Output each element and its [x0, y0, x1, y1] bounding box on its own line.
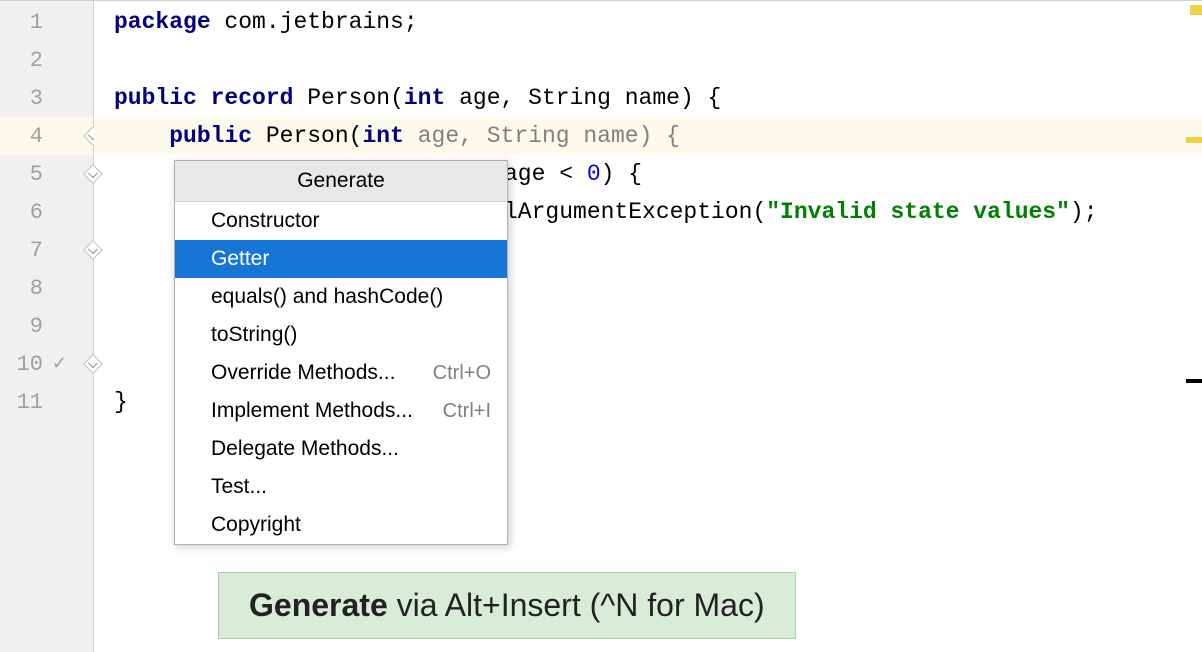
gutter-line-11[interactable]: 11: [0, 383, 93, 421]
gutter-line-9[interactable]: 9: [0, 307, 93, 345]
popup-item-label: Delegate Methods...: [211, 437, 399, 461]
popup-item-label: equals() and hashCode(): [211, 285, 443, 309]
line-number: 3: [30, 86, 43, 111]
gutter-line-2[interactable]: 2: [0, 41, 93, 79]
punct: (: [349, 123, 363, 149]
hint-banner: Generate via Alt+Insert (^N for Mac): [218, 572, 796, 639]
line-number: 5: [30, 162, 43, 187]
hint-rest: via Alt+Insert (^N for Mac): [388, 587, 765, 623]
error-stripe: [1188, 1, 1202, 652]
identifier: age: [445, 85, 500, 111]
keyword: public: [169, 123, 266, 149]
param: String name: [487, 123, 639, 149]
keyword: package: [114, 9, 211, 35]
gutter-line-1[interactable]: 1: [0, 3, 93, 41]
popup-item-tostring[interactable]: toString(): [175, 316, 507, 354]
popup-item-implement-methods[interactable]: Implement Methods... Ctrl+I: [175, 392, 507, 430]
line-number: 1: [30, 10, 43, 35]
punct: );: [1070, 199, 1098, 225]
popup-item-equals-and-hashcode[interactable]: equals() and hashCode(): [175, 278, 507, 316]
punct: ) {: [680, 85, 721, 111]
checkmark-icon: ✓: [52, 353, 67, 375]
popup-item-label: Constructor: [211, 209, 320, 233]
punct: ;: [404, 9, 418, 35]
gutter-line-6[interactable]: 6: [0, 193, 93, 231]
popup-item-delegate-methods[interactable]: Delegate Methods...: [175, 430, 507, 468]
indent: [114, 123, 169, 149]
line-number: 7: [30, 238, 43, 263]
identifier: String name: [528, 85, 680, 111]
popup-item-label: Copyright: [211, 513, 301, 537]
identifier: Person: [307, 85, 390, 111]
gutter-line-5[interactable]: 5: [0, 155, 93, 193]
popup-item-shortcut: Ctrl+I: [443, 400, 491, 423]
popup-item-shortcut: Ctrl+O: [433, 362, 491, 385]
line-number: 6: [30, 200, 43, 225]
warning-marker[interactable]: [1186, 137, 1202, 143]
popup-item-label: toString(): [211, 323, 297, 347]
number: 0: [587, 161, 601, 187]
punct: ,: [459, 123, 487, 149]
popup-item-getter[interactable]: Getter: [175, 240, 507, 278]
gutter-line-7[interactable]: 7: [0, 231, 93, 269]
punct: ,: [501, 85, 529, 111]
string-literal: "Invalid state values": [766, 199, 1070, 225]
popup-item-label: Override Methods...: [211, 361, 395, 385]
keyword: int: [404, 85, 445, 111]
popup-item-override-methods[interactable]: Override Methods... Ctrl+O: [175, 354, 507, 392]
generate-popup: Generate Constructor Getter equals() and h…: [174, 160, 508, 545]
identifier: com.jetbrains: [211, 9, 404, 35]
punct: }: [114, 389, 128, 415]
gutter-line-4[interactable]: 4: [0, 117, 93, 155]
hint-bold: Generate: [249, 587, 388, 623]
code-fragment: lArgumentException(: [504, 199, 766, 225]
popup-item-test[interactable]: Test...: [175, 468, 507, 506]
line-number: 8: [30, 276, 43, 301]
marker[interactable]: [1186, 379, 1202, 383]
punct: ) {: [639, 123, 680, 149]
keyword: public record: [114, 85, 307, 111]
gutter-line-8[interactable]: 8: [0, 269, 93, 307]
popup-item-constructor[interactable]: Constructor: [175, 202, 507, 240]
gutter-line-10[interactable]: 10 ✓: [0, 345, 93, 383]
punct: (: [390, 85, 404, 111]
identifier: Person: [266, 123, 349, 149]
gutter-line-3[interactable]: 3: [0, 79, 93, 117]
punct: ) {: [601, 161, 642, 187]
param: age: [404, 123, 459, 149]
line-number: 2: [30, 48, 43, 73]
warning-marker[interactable]: [1190, 5, 1202, 15]
popup-title: Generate: [175, 161, 507, 202]
line-number: 10: [17, 352, 43, 377]
code-line-2[interactable]: [114, 41, 1202, 79]
code-line-1[interactable]: package com.jetbrains;: [114, 3, 1202, 41]
code-fragment: age <: [504, 161, 587, 187]
popup-item-copyright[interactable]: Copyright: [175, 506, 507, 544]
line-gutter: 1 2 3 4 5 6 7 8 9 10 ✓ 11: [0, 1, 94, 652]
code-line-3[interactable]: public record Person(int age, String nam…: [114, 79, 1202, 117]
line-number: 11: [17, 390, 43, 415]
keyword: int: [362, 123, 403, 149]
line-number: 4: [30, 124, 43, 149]
popup-item-label: Getter: [211, 247, 269, 271]
popup-item-label: Implement Methods...: [211, 399, 413, 423]
code-line-4[interactable]: public Person(int age, String name) {: [94, 117, 1202, 155]
line-number: 9: [30, 314, 43, 339]
popup-item-label: Test...: [211, 475, 267, 499]
